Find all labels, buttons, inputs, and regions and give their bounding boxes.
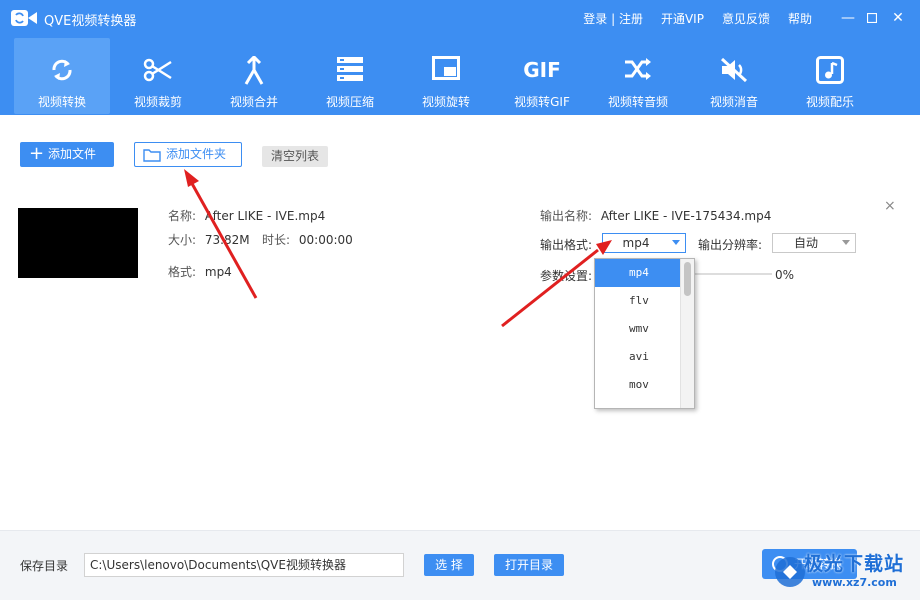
file-name-row: 名称: After LIKE - IVE.mp4 — [168, 207, 325, 224]
output-name-value: After LIKE - IVE-175434.mp4 — [600, 209, 772, 223]
save-path-field[interactable]: C:\Users\lenovo\Documents\QVE视频转换器 — [84, 553, 404, 577]
shuffle-icon — [625, 58, 651, 80]
choose-button[interactable]: 选 择 — [424, 554, 474, 576]
folder-icon — [143, 149, 161, 162]
help-link[interactable]: 帮助 — [788, 10, 812, 27]
format-option-avi[interactable]: avi — [595, 343, 681, 371]
title-links: 登录 | 注册 开通VIP 意见反馈 帮助 — [565, 10, 812, 27]
progress-percent: 0% — [775, 268, 795, 282]
convert-icon — [52, 59, 72, 81]
tool-label: 视频裁剪 — [133, 95, 182, 109]
watermark-url: www.xz7.com — [812, 576, 897, 589]
output-format-label: 输出格式: — [540, 238, 593, 252]
tab-video-cut[interactable]: 视频裁剪 — [110, 38, 206, 114]
file-size-label: 大小: — [168, 233, 197, 247]
app-title: QVE视频转换器 — [44, 14, 137, 29]
resolution-label: 输出分辨率: — [698, 238, 763, 252]
file-format-label: 格式: — [168, 265, 197, 279]
tool-label: 视频配乐 — [805, 95, 854, 109]
tab-video-mute[interactable]: 视频消音 — [686, 38, 782, 114]
tool-label: 视频压缩 — [325, 95, 374, 109]
file-name-value: After LIKE - IVE.mp4 — [204, 209, 326, 223]
minimize-icon[interactable]: — — [838, 8, 858, 28]
title-bar: QVE视频转换器 登录 | 注册 开通VIP 意见反馈 帮助 — ✕ — [0, 0, 920, 36]
add-file-label: 添加文件 — [48, 147, 97, 161]
tool-label: 视频转换 — [37, 95, 86, 109]
clear-list-button[interactable]: 清空列表 — [262, 146, 328, 167]
scissors-icon — [143, 58, 172, 82]
tool-label: 视频旋转 — [421, 95, 470, 109]
vip-link[interactable]: 开通VIP — [661, 10, 704, 27]
progress-bar — [690, 273, 772, 275]
format-dropdown-list: mp4 flv wmv avi mov — [594, 258, 695, 409]
tab-video-rotate[interactable]: 视频旋转 — [398, 38, 494, 114]
arrow-head-1 — [184, 169, 199, 187]
file-name-label: 名称: — [168, 209, 197, 223]
video-thumbnail — [18, 208, 138, 278]
save-dir-label: 保存目录 — [20, 559, 69, 573]
plus-icon: + — [29, 143, 45, 164]
file-format-value: mp4 — [204, 265, 232, 279]
tool-label: 视频消音 — [709, 95, 758, 109]
rotate-icon — [432, 56, 460, 80]
params-label: 参数设置: — [540, 269, 593, 283]
add-folder-button[interactable]: 添加文件夹 — [134, 142, 242, 167]
resolution-select[interactable]: 自动 — [772, 233, 856, 253]
remove-file-icon[interactable]: × — [884, 198, 896, 214]
format-option-mp4[interactable]: mp4 — [595, 259, 681, 287]
add-file-button[interactable]: + 添加文件 — [20, 142, 114, 167]
tab-video-merge[interactable]: 视频合并 — [206, 38, 302, 114]
tab-video-audio[interactable]: 视频转音频 — [590, 38, 686, 114]
music-icon — [816, 56, 844, 84]
close-window-icon[interactable]: ✕ — [888, 8, 908, 28]
login-register-link[interactable]: 登录 | 注册 — [583, 10, 643, 27]
maximize-icon[interactable] — [862, 8, 882, 28]
add-folder-label: 添加文件夹 — [166, 147, 227, 161]
file-size-value: 73.82M — [204, 233, 250, 247]
arrow-to-format-select — [501, 248, 599, 328]
output-name-label: 输出名称: — [540, 209, 593, 223]
tool-label: 视频转GIF — [514, 95, 570, 109]
open-dir-button[interactable]: 打开目录 — [494, 554, 564, 576]
tab-video-gif[interactable]: GIF 视频转GIF — [494, 38, 590, 114]
file-duration-label: 时长: — [262, 233, 291, 247]
output-format-select[interactable]: mp4 — [602, 233, 686, 253]
dropdown-scrollbar[interactable] — [680, 259, 694, 408]
tool-label: 视频转音频 — [607, 95, 668, 109]
app-logo-icon — [11, 10, 37, 26]
gif-icon: GIF — [523, 58, 561, 82]
compress-icon — [337, 57, 363, 81]
file-duration-value: 00:00:00 — [298, 233, 353, 247]
gif-icon-text: GIF — [523, 58, 561, 82]
mute-icon — [720, 57, 748, 83]
tab-video-compress[interactable]: 视频压缩 — [302, 38, 398, 114]
file-duration-row: 时长: 00:00:00 — [262, 231, 353, 248]
format-option-mov[interactable]: mov — [595, 371, 681, 399]
tab-video-music[interactable]: 视频配乐 — [782, 38, 878, 114]
format-option-flv[interactable]: flv — [595, 287, 681, 315]
tab-video-convert[interactable]: 视频转换 — [14, 38, 110, 114]
output-name-row: 输出名称: After LIKE - IVE-175434.mp4 — [540, 207, 771, 224]
scrollbar-thumb[interactable] — [684, 262, 691, 296]
chevron-down-icon — [842, 240, 850, 245]
resolution-value: 自动 — [793, 236, 818, 250]
merge-icon — [244, 56, 264, 85]
chevron-down-icon — [672, 240, 680, 245]
output-format-value: mp4 — [622, 236, 650, 250]
function-toolbar: 视频转换 视频裁剪 视频合并 视频压缩 视频旋转 GIF 视频转GIF 视频转音… — [14, 38, 878, 114]
tool-label: 视频合并 — [229, 95, 278, 109]
watermark-text: 极光下载站 — [804, 553, 905, 575]
file-size-row: 大小: 73.82M — [168, 231, 250, 248]
format-option-wmv[interactable]: wmv — [595, 315, 681, 343]
file-format-row: 格式: mp4 — [168, 263, 232, 280]
feedback-link[interactable]: 意见反馈 — [722, 10, 770, 27]
